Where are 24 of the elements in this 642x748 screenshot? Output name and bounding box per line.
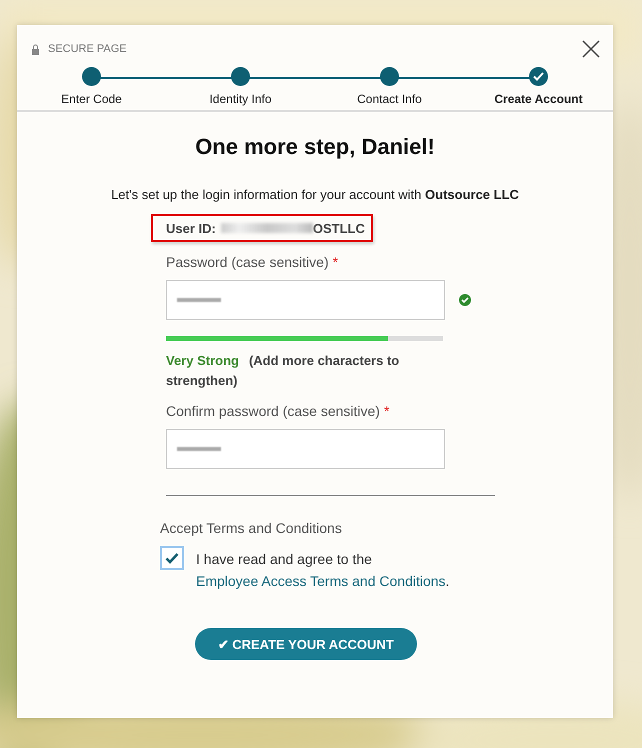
create-account-button[interactable]: ✔ CREATE YOUR ACCOUNT bbox=[195, 628, 417, 660]
secure-page-label: SECURE PAGE bbox=[48, 43, 127, 55]
terms-heading: Accept Terms and Conditions bbox=[160, 520, 343, 536]
page-heading: One more step, Daniel! bbox=[194, 134, 436, 160]
step-label: Create Account bbox=[494, 92, 583, 106]
step-label: Identity Info bbox=[209, 92, 272, 106]
close-button[interactable] bbox=[581, 39, 601, 59]
terms-checkbox[interactable] bbox=[160, 546, 184, 570]
intro-text: Let's set up the login information for your account with Outsource LLC bbox=[110, 187, 520, 202]
strength-text: Very Strong (Add more characters to strengthen) bbox=[166, 352, 400, 390]
terms-text: I have read and agree to the Employee Access Terms and Conditions. bbox=[196, 550, 450, 591]
user-id-text: User ID: OSTLLC bbox=[166, 220, 365, 236]
password-field[interactable] bbox=[166, 280, 445, 320]
step-label: Enter Code bbox=[61, 92, 122, 106]
step-label: Contact Info bbox=[357, 92, 422, 106]
lock-icon bbox=[31, 44, 40, 54]
required-mark: * bbox=[384, 403, 390, 419]
confirm-password-field[interactable] bbox=[166, 429, 445, 469]
checkmark-icon bbox=[533, 72, 544, 81]
checkmark-icon bbox=[165, 552, 179, 564]
required-mark: * bbox=[332, 254, 338, 270]
terms-link[interactable]: Employee Access Terms and Conditions bbox=[196, 573, 446, 589]
confirm-password-label: Confirm password (case sensitive) bbox=[166, 403, 380, 419]
password-label: Password (case sensitive) bbox=[166, 254, 329, 270]
